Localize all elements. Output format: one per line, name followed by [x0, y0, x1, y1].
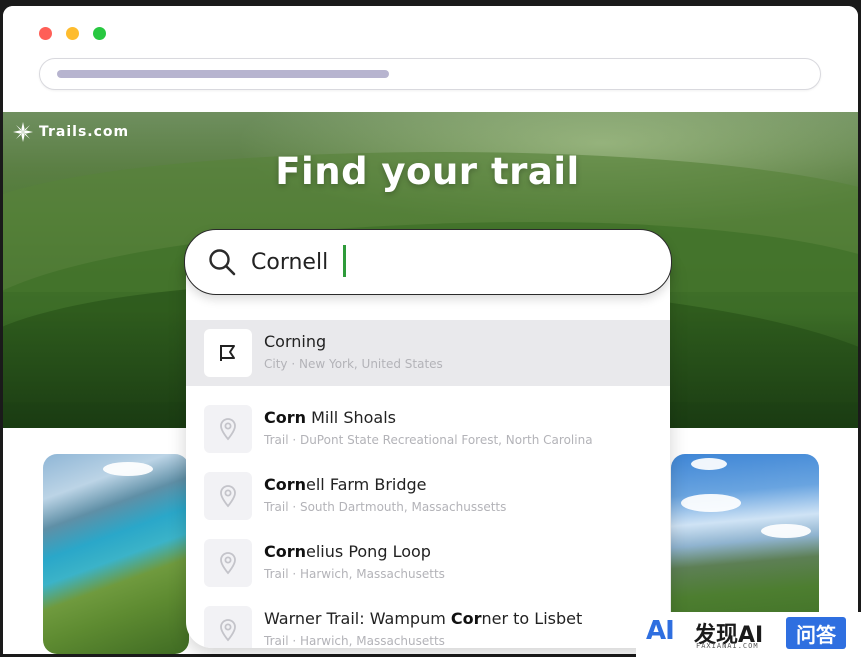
result-item[interactable]: Cornelius Pong Loop Trail · Harwich, Mas…: [186, 530, 670, 596]
watermark-logo: AI: [646, 616, 675, 646]
cloud: [691, 458, 727, 470]
result-item[interactable]: Cornell Farm Bridge Trail · South Dartmo…: [186, 463, 670, 529]
address-bar[interactable]: [39, 58, 821, 90]
result-item[interactable]: Warner Trail: Wampum Corner to Lisbet Tr…: [186, 597, 670, 648]
page-title: Find your trail: [275, 150, 580, 193]
result-item[interactable]: Corn Mill Shoals Trail · DuPont State Re…: [186, 396, 670, 462]
result-title: Cornell Farm Bridge: [264, 475, 427, 494]
browser-titlebar: [3, 6, 858, 112]
result-title: Corning: [264, 332, 327, 351]
cloud: [761, 524, 811, 538]
minimize-window-button[interactable]: [66, 27, 79, 40]
result-subtitle: Trail · Harwich, Massachusetts: [264, 634, 445, 648]
maximize-window-button[interactable]: [93, 27, 106, 40]
result-subtitle: City · New York, United States: [264, 357, 443, 371]
watermark-subtext: FAXIANAI.COM: [696, 642, 759, 650]
compass-star-icon: [13, 122, 33, 142]
search-box[interactable]: [184, 229, 672, 295]
trail-card-lake[interactable]: [43, 454, 189, 654]
city-flag-icon: [204, 329, 252, 377]
map-pin-icon: [204, 606, 252, 648]
address-bar-placeholder: [57, 70, 389, 78]
close-window-button[interactable]: [39, 27, 52, 40]
search-results-dropdown: Corning City · New York, United States C…: [186, 262, 670, 648]
result-title: Warner Trail: Wampum Corner to Lisbet: [264, 609, 583, 628]
search-input[interactable]: [251, 244, 631, 280]
result-title: Corn Mill Shoals: [264, 408, 396, 427]
result-item[interactable]: Corning City · New York, United States: [186, 320, 670, 386]
text-caret: [343, 245, 346, 277]
map-pin-icon: [204, 539, 252, 587]
watermark: AI 发现AI FAXIANAI.COM 问答: [636, 612, 861, 657]
map-pin-icon: [204, 405, 252, 453]
brand-name: Trails.com: [39, 124, 130, 140]
search-icon[interactable]: [207, 247, 237, 277]
result-subtitle: Trail · DuPont State Recreational Forest…: [264, 433, 593, 447]
map-pin-icon: [204, 472, 252, 520]
cloud: [103, 462, 153, 476]
result-subtitle: Trail · South Dartmouth, Massachussetts: [264, 500, 507, 514]
result-subtitle: Trail · Harwich, Massachusetts: [264, 567, 445, 581]
cloud: [681, 494, 741, 512]
watermark-badge: 问答: [786, 617, 846, 649]
result-title: Cornelius Pong Loop: [264, 542, 431, 561]
brand-logo[interactable]: Trails.com: [13, 121, 129, 143]
